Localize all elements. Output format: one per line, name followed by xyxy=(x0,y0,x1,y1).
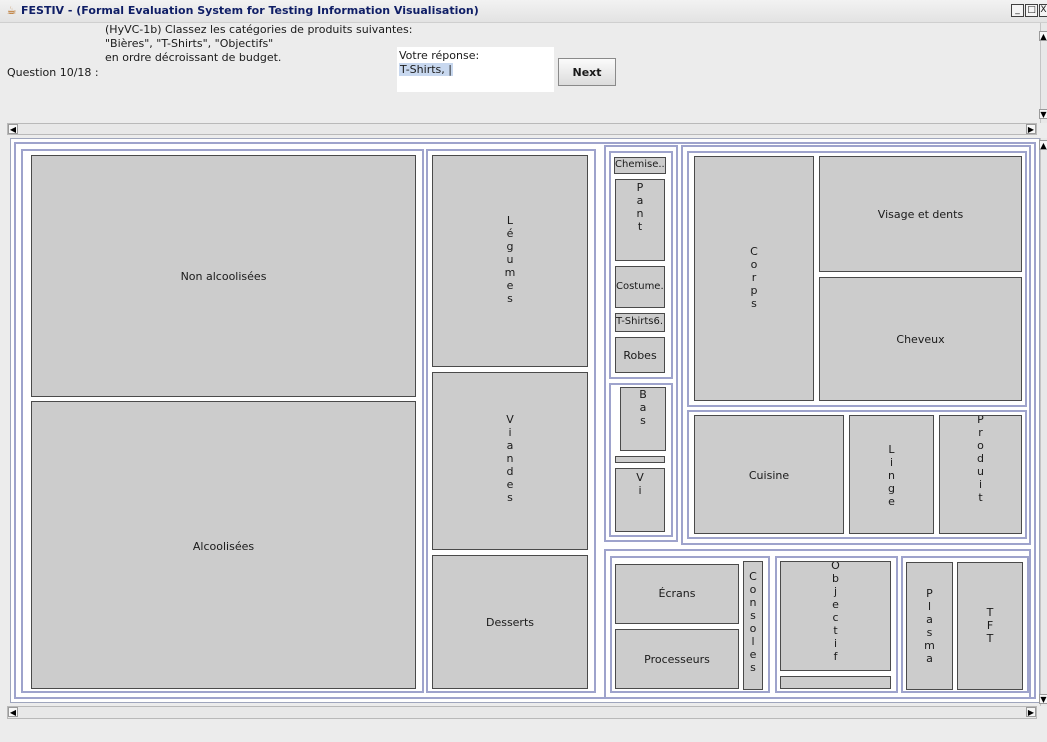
scroll-left-arrow[interactable]: ◀ xyxy=(8,124,18,134)
treemap-label-processeurs: Processeurs xyxy=(644,653,710,666)
scroll-right-arrow[interactable]: ▶ xyxy=(1026,124,1036,134)
treemap-horizontal-scrollbar[interactable]: ◀ ▶ xyxy=(7,706,1037,719)
treemap-cell-visage-et-dents[interactable]: Visage et dents xyxy=(819,156,1022,272)
treemap-cell-consoles[interactable]: Consoles xyxy=(743,561,763,690)
question-text-line2: "Bières", "T-Shirts", "Objectifs" xyxy=(105,37,274,50)
question-vertical-scrollbar[interactable]: ▲ ▼ xyxy=(1039,23,1047,123)
treemap-label-linge: Linge xyxy=(888,443,895,508)
treemap-cell-tshirts[interactable]: T-Shirts6... xyxy=(615,313,665,332)
window-title: FESTIV - (Formal Evaluation System for T… xyxy=(21,4,479,17)
treemap-cell-legumes[interactable]: Légumes xyxy=(432,155,588,367)
treemap-vertical-scrollbar[interactable]: ▲ ▼ xyxy=(1039,138,1047,706)
treemap-cell-vi[interactable]: Vi xyxy=(615,468,665,532)
app-icon: ☕ xyxy=(6,4,17,17)
treemap-label-viandes: Viandes xyxy=(506,413,514,504)
close-button[interactable]: X xyxy=(1039,4,1047,17)
treemap: Non alcoolisées Alcoolisées Légumes Vian… xyxy=(10,138,1040,703)
treemap-label-consoles: Consoles xyxy=(749,570,757,674)
treemap-label-pantalons: Pant xyxy=(636,181,644,233)
treemap-scroll-right-arrow[interactable]: ▶ xyxy=(1026,707,1036,717)
treemap-scroll-up-arrow[interactable]: ▲ xyxy=(1039,140,1047,150)
next-button[interactable]: Next xyxy=(558,58,616,86)
treemap-cell-objectif[interactable]: Objectif xyxy=(780,561,891,671)
treemap-cell-bas-small[interactable] xyxy=(615,456,665,463)
treemap-cell-non-alcoolisees[interactable]: Non alcoolisées xyxy=(31,155,416,397)
scroll-down-arrow[interactable]: ▼ xyxy=(1039,109,1047,119)
treemap-cell-costumes[interactable]: Costume... xyxy=(615,266,665,308)
treemap-label-produit: Produit xyxy=(977,415,984,504)
treemap-cell-chemises[interactable]: Chemise... xyxy=(614,157,666,174)
treemap-cell-produit[interactable]: Produit xyxy=(939,415,1022,534)
answer-label: Votre réponse: xyxy=(399,49,480,62)
treemap-label-cheveux: Cheveux xyxy=(896,333,945,346)
maximize-button[interactable]: □ xyxy=(1025,4,1038,17)
answer-input[interactable]: T-Shirts, | xyxy=(399,63,453,76)
treemap-label-vi: Vi xyxy=(636,471,644,497)
treemap-label-non-alcoolisees: Non alcoolisées xyxy=(180,270,267,283)
treemap-cell-tft[interactable]: TFT xyxy=(957,562,1023,690)
treemap-label-legumes: Légumes xyxy=(504,214,516,305)
treemap-label-visage-et-dents: Visage et dents xyxy=(877,208,964,221)
treemap-cell-robes[interactable]: Robes xyxy=(615,337,665,373)
treemap-cell-objectif-small[interactable] xyxy=(780,676,891,689)
status-bar xyxy=(0,722,1047,742)
question-text-line1: (HyVC-1b) Classez les catégories de prod… xyxy=(105,23,413,36)
treemap-cell-bas[interactable]: Bas xyxy=(620,387,666,451)
title-bar: ☕ FESTIV - (Formal Evaluation System for… xyxy=(0,0,1047,23)
treemap-label-objectif: Objectif xyxy=(831,561,840,663)
treemap-cell-cuisine[interactable]: Cuisine xyxy=(694,415,844,534)
treemap-cell-pantalons[interactable]: Pant xyxy=(615,179,665,261)
treemap-label-chemises: Chemise... xyxy=(615,159,666,170)
treemap-scroll-down-arrow[interactable]: ▼ xyxy=(1039,694,1047,704)
question-text-line3: en ordre décroissant de budget. xyxy=(105,51,282,64)
treemap-cell-linge[interactable]: Linge xyxy=(849,415,934,534)
question-number: Question 10/18 : xyxy=(7,66,99,79)
treemap-cell-plasma[interactable]: Plasma xyxy=(906,562,953,690)
treemap-cell-corps[interactable]: Corps xyxy=(694,156,814,401)
treemap-label-tft: TFT xyxy=(986,606,994,645)
treemap-label-robes: Robes xyxy=(623,349,657,362)
scroll-up-arrow[interactable]: ▲ xyxy=(1039,31,1047,41)
question-panel: Question 10/18 : (HyVC-1b) Classez les c… xyxy=(0,23,1040,123)
treemap-cell-viandes[interactable]: Viandes xyxy=(432,372,588,550)
treemap-scroll-left-arrow[interactable]: ◀ xyxy=(8,707,18,717)
treemap-label-cuisine: Cuisine xyxy=(748,469,790,482)
minimize-button[interactable]: _ xyxy=(1011,4,1024,17)
treemap-cell-processeurs[interactable]: Processeurs xyxy=(615,629,739,689)
treemap-cell-desserts[interactable]: Desserts xyxy=(432,555,588,689)
treemap-cell-ecrans[interactable]: Écrans xyxy=(615,564,739,624)
answer-field[interactable]: Votre réponse: T-Shirts, | xyxy=(397,47,554,92)
treemap-label-bas: Bas xyxy=(639,388,647,427)
treemap-label-corps: Corps xyxy=(750,245,758,310)
treemap-label-desserts: Desserts xyxy=(485,616,535,629)
treemap-cell-alcoolisees[interactable]: Alcoolisées xyxy=(31,401,416,689)
question-horizontal-scrollbar[interactable]: ◀ ▶ xyxy=(7,123,1037,135)
treemap-label-ecrans: Écrans xyxy=(658,587,696,600)
treemap-label-costumes: Costume... xyxy=(616,281,665,292)
treemap-label-plasma: Plasma xyxy=(924,587,935,665)
treemap-label-tshirts: T-Shirts6... xyxy=(616,316,665,327)
treemap-cell-cheveux[interactable]: Cheveux xyxy=(819,277,1022,401)
treemap-label-alcoolisees: Alcoolisées xyxy=(192,540,255,553)
